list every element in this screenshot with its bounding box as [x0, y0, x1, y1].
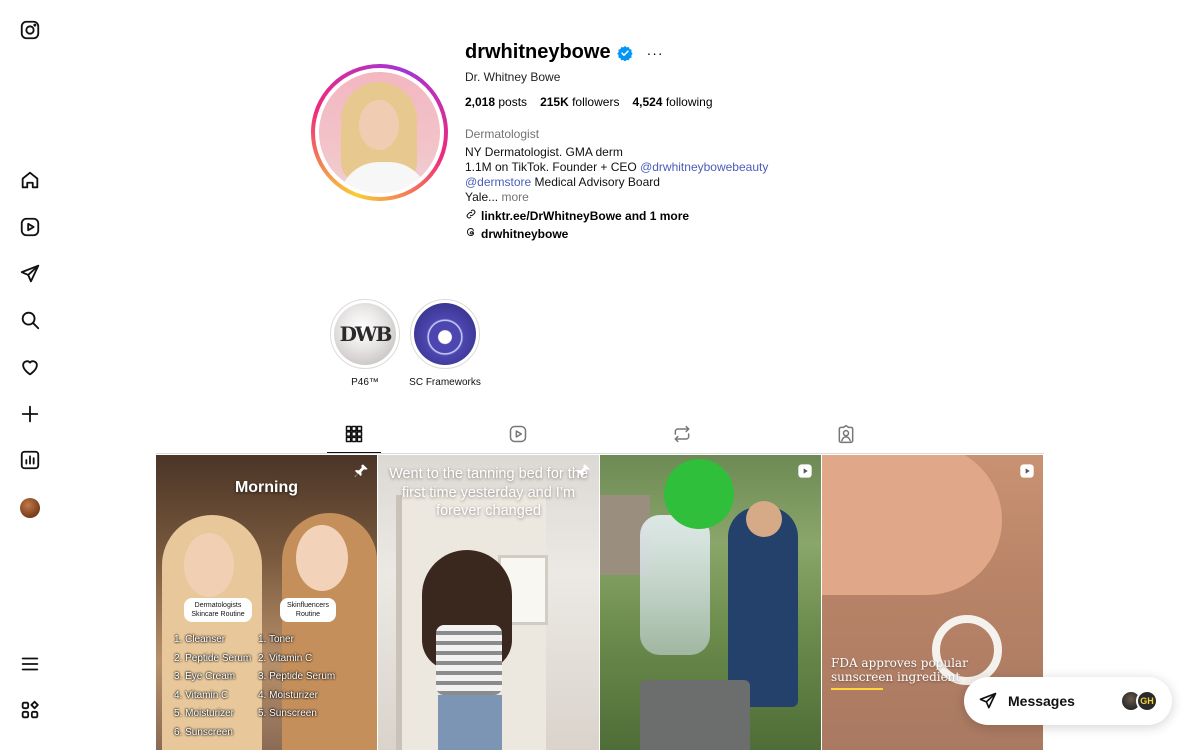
messages-label: Messages [1008, 693, 1075, 709]
threads-icon [465, 226, 477, 241]
direct-icon [979, 692, 997, 709]
sidebar [0, 0, 60, 750]
post-overlay-text: FDA approves popular sunscreen ingredien… [831, 656, 968, 684]
reels-icon[interactable] [18, 215, 42, 239]
highlight-cover [414, 303, 476, 365]
tab-reposts[interactable] [655, 424, 709, 454]
instagram-icon[interactable] [18, 18, 42, 42]
search-icon[interactable] [18, 308, 42, 332]
tagged-icon [838, 424, 854, 444]
grid-icon [345, 425, 363, 443]
profile-stats: 2,018 posts 215K followers 4,524 followi… [465, 95, 713, 109]
reel-icon [797, 463, 813, 479]
following-link[interactable]: 4,524 following [632, 95, 712, 109]
messages-button[interactable]: Messages GH [964, 677, 1172, 725]
bio-line-4: Yale... more [465, 190, 529, 204]
menu-icon[interactable] [18, 652, 42, 676]
avatar: GH [1136, 690, 1158, 712]
create-icon[interactable] [18, 402, 42, 426]
highlight-p46[interactable]: DWB P46™ [329, 299, 401, 388]
link-icon [465, 208, 477, 223]
routine-list: 1. Toner 2. Vitamin C 3. Peptide Serum 4. M… [258, 634, 336, 719]
routine-list: 1. Cleanser 2. Peptide Serum 3. Eye Cream 4… [174, 634, 252, 738]
more-options-button[interactable]: ··· [647, 45, 664, 61]
pin-icon [353, 463, 369, 479]
tabs-divider [156, 453, 1044, 454]
highlight-label: P46™ [351, 377, 379, 388]
threads-link[interactable]: drwhitneybowe [465, 226, 568, 241]
accent-underline [831, 688, 883, 690]
dwb-logo: DWB [339, 322, 393, 346]
bio-more-button[interactable]: more [501, 190, 528, 204]
tab-tagged[interactable] [819, 424, 873, 454]
heart-icon[interactable] [18, 355, 42, 379]
insights-icon[interactable] [18, 448, 42, 472]
post-tile[interactable]: Went to the tanning bed for the first ti… [378, 455, 599, 750]
home-icon[interactable] [18, 168, 42, 192]
reels-icon [509, 425, 527, 443]
message-avatars: GH [1120, 690, 1158, 712]
external-link[interactable]: linktr.ee/DrWhitneyBowe and 1 more [465, 208, 689, 223]
profile-picture[interactable] [311, 64, 448, 201]
bio-line-2: 1.1M on TikTok. Founder + CEO @drwhitney… [465, 160, 769, 174]
highlight-label: SC Frameworks [409, 377, 481, 388]
avatar [20, 498, 40, 518]
bio: NY Dermatologist. GMA derm 1.1M on TikTo… [465, 145, 768, 205]
post-tile[interactable] [600, 455, 821, 750]
mention-link[interactable]: @drwhitneybowebeauty [640, 160, 768, 174]
post-overlay-text: Went to the tanning bed for the first ti… [389, 466, 588, 519]
highlight-sc-frameworks[interactable]: SC Frameworks [409, 299, 481, 388]
repost-icon [674, 425, 690, 443]
bio-line-3: @dermstore Medical Advisory Board [465, 175, 660, 189]
profile-category: Dermatologist [465, 127, 540, 141]
tab-reels[interactable] [491, 424, 545, 454]
profile-photo [319, 72, 440, 193]
bio-line-1: NY Dermatologist. GMA derm [465, 145, 623, 159]
username: drwhitneybowe [465, 41, 611, 63]
post-overlay-text: Morning [234, 479, 299, 496]
tab-posts[interactable] [327, 424, 381, 454]
verified-badge-icon [616, 45, 633, 61]
username-row: drwhitneybowe ··· [465, 41, 664, 64]
posts-count: 2,018 posts [465, 95, 528, 109]
followers-link[interactable]: 215K followers [540, 95, 619, 109]
post-tile[interactable]: Morning Dermatologists Skincare Routine … [156, 455, 377, 750]
post-label: Dermatologists Skincare Routine [184, 598, 252, 622]
direct-icon[interactable] [18, 262, 42, 286]
highlight-cover: DWB [334, 303, 396, 365]
full-name: Dr. Whitney Bowe [465, 70, 561, 84]
profile-avatar[interactable] [18, 496, 42, 520]
mention-link[interactable]: @dermstore [465, 175, 531, 189]
reel-icon [1019, 463, 1035, 479]
pin-icon [575, 463, 591, 479]
post-label: Skinfluencers Routine [280, 598, 336, 622]
more-apps-icon[interactable] [18, 698, 42, 722]
